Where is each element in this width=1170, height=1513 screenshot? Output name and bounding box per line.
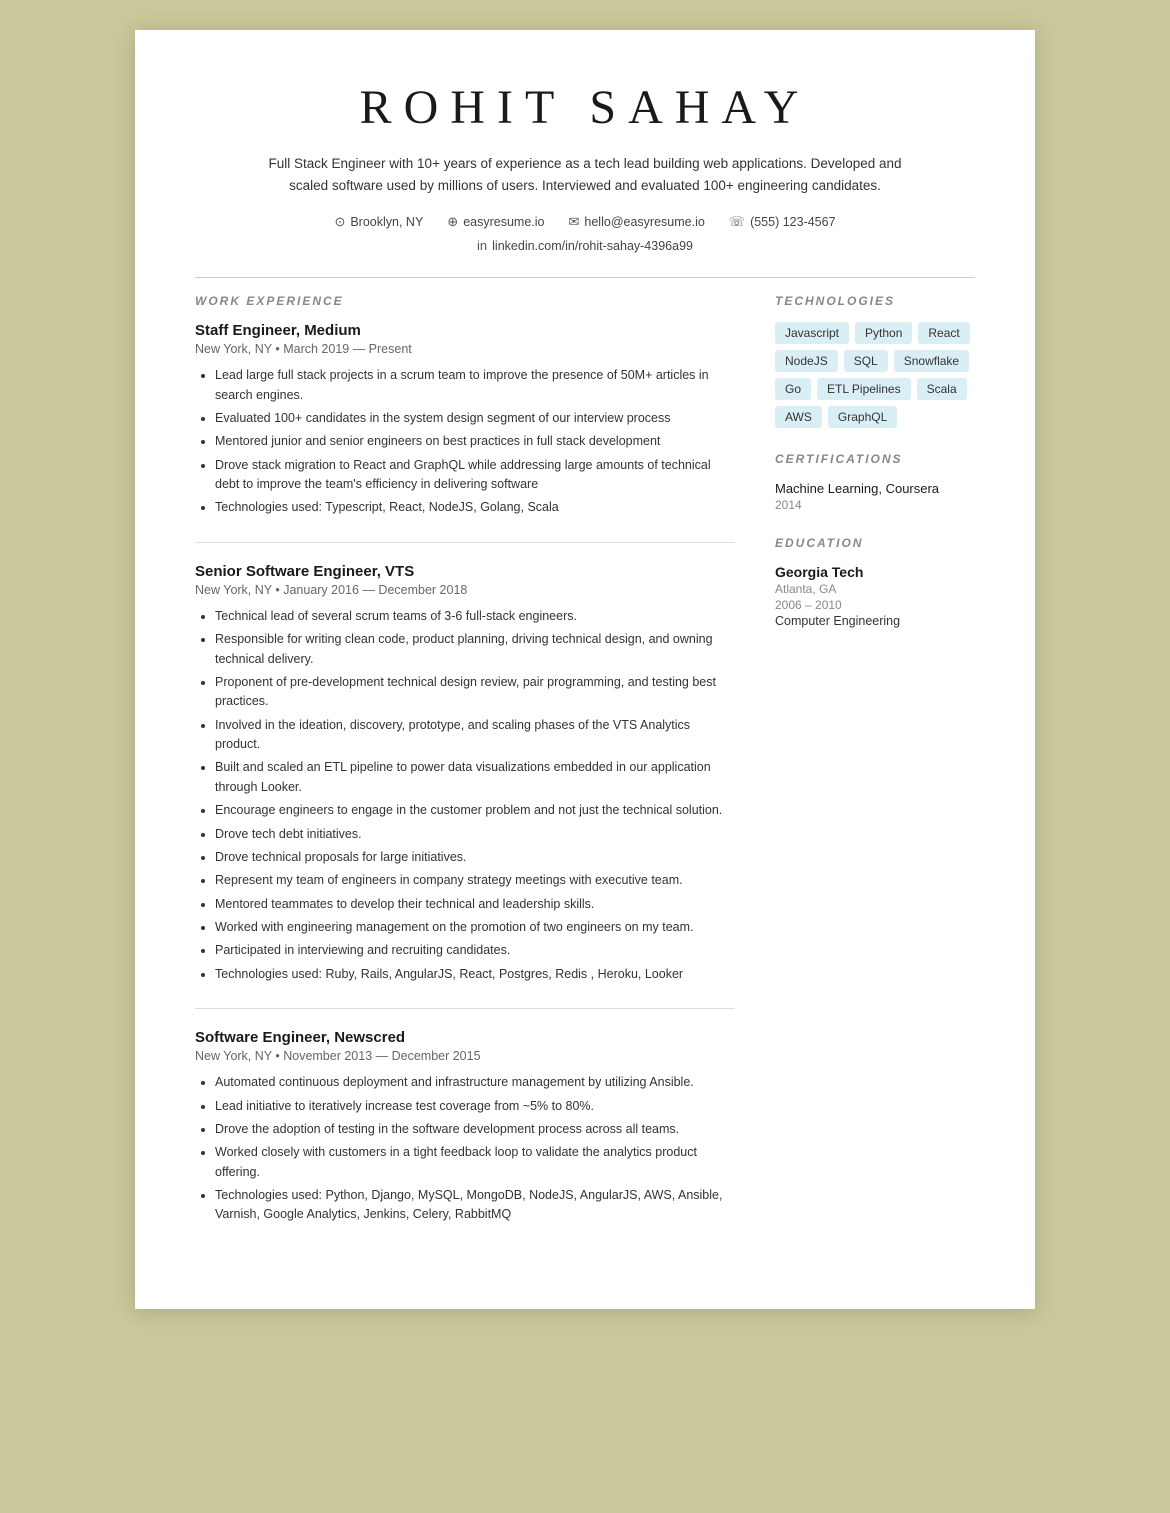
list-item: Drove the adoption of testing in the sof… xyxy=(215,1120,735,1139)
tech-tag-item: Snowflake xyxy=(894,350,969,372)
education-title: EDUCATION xyxy=(775,536,975,550)
globe-icon: ⊕ xyxy=(447,214,458,230)
certifications-section: CERTIFICATIONS Machine Learning, Courser… xyxy=(775,452,975,512)
contact-row: ⊙ Brooklyn, NY ⊕ easyresume.io ✉ hello@e… xyxy=(195,214,975,230)
list-item: Lead large full stack projects in a scru… xyxy=(215,366,735,405)
work-experience-section: WORK EXPERIENCE Staff Engineer, Medium N… xyxy=(195,294,735,1225)
job-bullets-3: Automated continuous deployment and infr… xyxy=(195,1073,735,1225)
cert-entry-1: Machine Learning, Coursera 2014 xyxy=(775,480,975,512)
list-item: Encourage engineers to engage in the cus… xyxy=(215,801,735,820)
list-item: Technical lead of several scrum teams of… xyxy=(215,607,735,626)
list-item: Lead initiative to iteratively increase … xyxy=(215,1097,735,1116)
tech-tag-item: AWS xyxy=(775,406,822,428)
tech-tag-item: SQL xyxy=(844,350,888,372)
edu-school-1: Georgia Tech xyxy=(775,564,975,580)
work-experience-title: WORK EXPERIENCE xyxy=(195,294,735,308)
tech-tag-item: Python xyxy=(855,322,912,344)
email-text: hello@easyresume.io xyxy=(584,215,704,229)
job-separator-1 xyxy=(195,542,735,543)
technologies-section: TECHNOLOGIES Javascript Python React NodeJS… xyxy=(775,294,975,428)
job-bullets-2: Technical lead of several scrum teams of… xyxy=(195,607,735,984)
tech-tag-item: GraphQL xyxy=(828,406,897,428)
candidate-name: ROHIT SAHAY xyxy=(195,80,975,135)
list-item: Automated continuous deployment and infr… xyxy=(215,1073,735,1092)
job-entry-1: Staff Engineer, Medium New York, NY • Ma… xyxy=(195,322,735,518)
candidate-summary: Full Stack Engineer with 10+ years of ex… xyxy=(265,153,905,196)
list-item: Technologies used: Python, Django, MySQL… xyxy=(215,1186,735,1225)
website-text: easyresume.io xyxy=(463,215,544,229)
list-item: Worked with engineering management on th… xyxy=(215,918,735,937)
email-item: ✉ hello@easyresume.io xyxy=(569,214,705,230)
job-meta-3: New York, NY • November 2013 — December … xyxy=(195,1049,735,1063)
resume-page: ROHIT SAHAY Full Stack Engineer with 10+… xyxy=(135,30,1035,1309)
location-icon: ⊙ xyxy=(334,214,345,230)
education-section: EDUCATION Georgia Tech Atlanta, GA 2006 … xyxy=(775,536,975,628)
job-meta-1: New York, NY • March 2019 — Present xyxy=(195,342,735,356)
resume-header: ROHIT SAHAY Full Stack Engineer with 10+… xyxy=(195,80,975,253)
list-item: Mentored junior and senior engineers on … xyxy=(215,432,735,451)
phone-text: (555) 123-4567 xyxy=(750,215,835,229)
job-entry-3: Software Engineer, Newscred New York, NY… xyxy=(195,1029,735,1225)
phone-item: ☏ (555) 123-4567 xyxy=(729,214,836,230)
list-item: Responsible for writing clean code, prod… xyxy=(215,630,735,669)
job-title-1: Staff Engineer, Medium xyxy=(195,322,735,339)
location-item: ⊙ Brooklyn, NY xyxy=(334,214,423,230)
list-item: Drove stack migration to React and Graph… xyxy=(215,456,735,495)
phone-icon: ☏ xyxy=(729,214,745,230)
list-item: Evaluated 100+ candidates in the system … xyxy=(215,409,735,428)
list-item: Participated in interviewing and recruit… xyxy=(215,941,735,960)
list-item: Drove technical proposals for large init… xyxy=(215,848,735,867)
edu-degree-1: Computer Engineering xyxy=(775,614,975,628)
job-bullets-1: Lead large full stack projects in a scru… xyxy=(195,366,735,518)
tech-tag-item: NodeJS xyxy=(775,350,838,372)
tech-tag-item: Go xyxy=(775,378,811,400)
list-item: Built and scaled an ETL pipeline to powe… xyxy=(215,758,735,797)
tech-tag-item: Javascript xyxy=(775,322,849,344)
linkedin-text: linkedin.com/in/rohit-sahay-4396a99 xyxy=(492,239,693,253)
linkedin-row: in linkedin.com/in/rohit-sahay-4396a99 xyxy=(195,238,975,253)
tech-tags: Javascript Python React NodeJS SQL Snowflake G… xyxy=(775,322,975,428)
main-content: WORK EXPERIENCE Staff Engineer, Medium N… xyxy=(195,294,975,1249)
job-title-2: Senior Software Engineer, VTS xyxy=(195,563,735,580)
right-column: TECHNOLOGIES Javascript Python React NodeJS… xyxy=(775,294,975,1249)
left-column: WORK EXPERIENCE Staff Engineer, Medium N… xyxy=(195,294,735,1249)
certifications-title: CERTIFICATIONS xyxy=(775,452,975,466)
tech-tag-item: Scala xyxy=(917,378,967,400)
location-text: Brooklyn, NY xyxy=(350,215,423,229)
header-divider xyxy=(195,277,975,278)
list-item: Drove tech debt initiatives. xyxy=(215,825,735,844)
website-item: ⊕ easyresume.io xyxy=(447,214,544,230)
cert-year-1: 2014 xyxy=(775,498,975,512)
list-item: Involved in the ideation, discovery, pro… xyxy=(215,716,735,755)
list-item: Represent my team of engineers in compan… xyxy=(215,871,735,890)
list-item: Mentored teammates to develop their tech… xyxy=(215,895,735,914)
edu-entry-1: Georgia Tech Atlanta, GA 2006 – 2010 Com… xyxy=(775,564,975,628)
list-item: Proponent of pre-development technical d… xyxy=(215,673,735,712)
cert-name-1: Machine Learning, Coursera xyxy=(775,480,975,498)
edu-location-1: Atlanta, GA xyxy=(775,582,975,596)
technologies-title: TECHNOLOGIES xyxy=(775,294,975,308)
job-entry-2: Senior Software Engineer, VTS New York, … xyxy=(195,563,735,984)
job-separator-2 xyxy=(195,1008,735,1009)
linkedin-icon: in xyxy=(477,238,487,253)
tech-tag-item: React xyxy=(918,322,969,344)
list-item: Technologies used: Typescript, React, No… xyxy=(215,498,735,517)
job-title-3: Software Engineer, Newscred xyxy=(195,1029,735,1046)
email-icon: ✉ xyxy=(569,214,580,230)
list-item: Technologies used: Ruby, Rails, AngularJ… xyxy=(215,965,735,984)
tech-tag-item: ETL Pipelines xyxy=(817,378,911,400)
edu-years-1: 2006 – 2010 xyxy=(775,598,975,612)
list-item: Worked closely with customers in a tight… xyxy=(215,1143,735,1182)
job-meta-2: New York, NY • January 2016 — December 2… xyxy=(195,583,735,597)
